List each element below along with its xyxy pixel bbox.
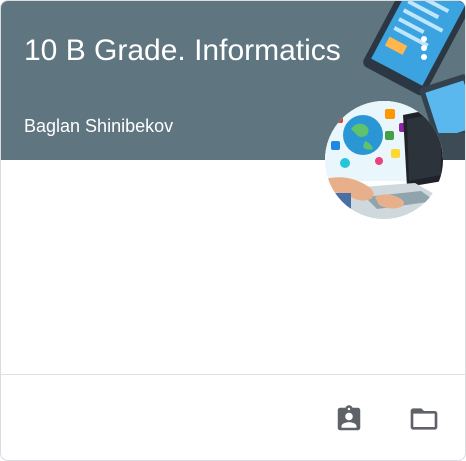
teacher-avatar [325, 101, 443, 219]
more-options-button[interactable] [407, 29, 441, 67]
class-title[interactable]: 10 B Grade. Informatics [24, 31, 379, 71]
class-card[interactable]: 10 B Grade. Informatics Baglan Shinibeko… [0, 0, 466, 461]
teacher-name: Baglan Shinibekov [24, 116, 174, 136]
folder-icon [410, 408, 438, 430]
open-folder-button[interactable] [404, 399, 444, 439]
open-gradebook-button[interactable] [329, 399, 369, 439]
assignment-ind-icon [337, 405, 361, 431]
more-vert-icon [421, 36, 427, 60]
footer-divider [1, 374, 465, 375]
avatar-image [325, 101, 443, 219]
